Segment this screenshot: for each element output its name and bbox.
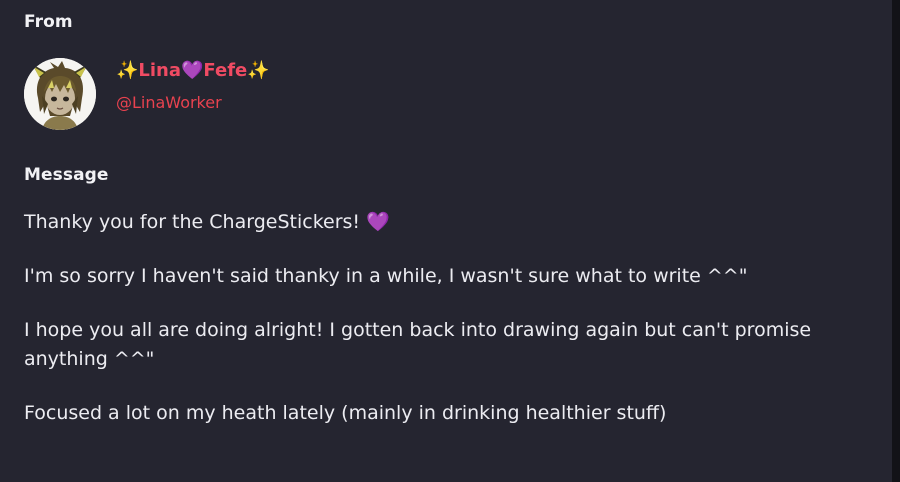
message-paragraph: Focused a lot on my heath lately (mainly…: [24, 402, 667, 424]
from-section-label: From: [24, 12, 73, 32]
sender-username[interactable]: @LinaWorker: [116, 93, 222, 112]
message-section-label: Message: [24, 165, 109, 185]
scrollbar[interactable]: [892, 0, 900, 482]
message-body: Thanky you for the ChargeStickers! 💜 I'm…: [24, 208, 864, 453]
sender-display-name[interactable]: ✨Lina💜Fefe✨: [116, 60, 270, 81]
sender-avatar[interactable]: [24, 58, 96, 130]
message-paragraph: I hope you all are doing alright! I gott…: [24, 319, 812, 370]
avatar-illustration-icon: [24, 58, 96, 130]
message-panel: From ✨Lina💜Fefe✨ @LinaWorker Message Tha…: [0, 0, 892, 482]
message-paragraph: Thanky you for the ChargeStickers! 💜: [24, 211, 390, 233]
message-paragraph: I'm so sorry I haven't said thanky in a …: [24, 265, 748, 287]
